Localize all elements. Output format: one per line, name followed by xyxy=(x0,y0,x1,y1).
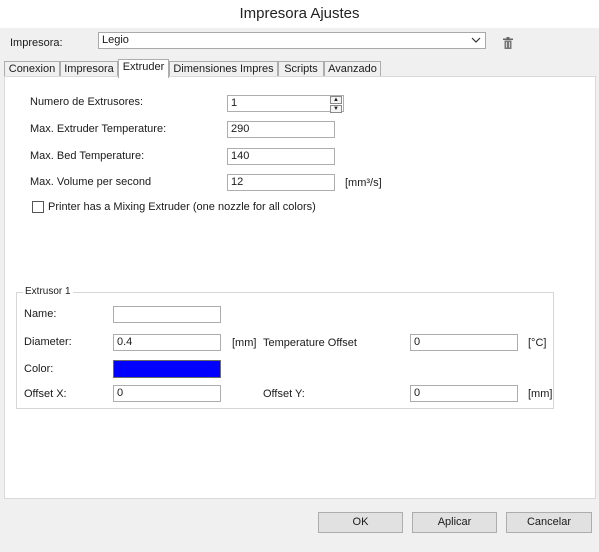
max-volume-input[interactable]: 12 xyxy=(227,174,335,191)
ok-button[interactable]: OK xyxy=(318,512,403,533)
tab-dimensiones[interactable]: Dimensiones Impres xyxy=(169,61,278,77)
max-bed-temp-input[interactable]: 140 xyxy=(227,148,335,165)
offset-y-label: Offset Y: xyxy=(263,388,305,400)
printer-select[interactable]: Legio xyxy=(98,32,486,49)
trash-icon[interactable] xyxy=(503,37,513,49)
offset-y-input[interactable]: 0 xyxy=(410,385,518,402)
settings-window: Impresora: Legio Conexion Impresora Extr… xyxy=(0,28,599,552)
num-extruders-input[interactable]: 1 xyxy=(227,95,344,112)
mixing-extruder-label: Printer has a Mixing Extruder (one nozzl… xyxy=(48,201,316,213)
extruder-panel: Numero de Extrusores: 1 ▲ ▼ Max. Extrude… xyxy=(4,76,596,499)
max-volume-label: Max. Volume per second xyxy=(30,176,152,188)
temp-offset-label: Temperature Offset xyxy=(263,337,357,349)
max-extruder-temp-input[interactable]: 290 xyxy=(227,121,335,138)
max-extruder-temp-label: Max. Extruder Temperature: xyxy=(30,123,167,135)
diameter-unit: [mm] xyxy=(232,337,257,349)
printer-select-value: Legio xyxy=(102,34,129,46)
extrusor-1-group: Extrusor 1 Name: Diameter: 0.4 [mm] Temp… xyxy=(16,286,554,409)
color-swatch[interactable] xyxy=(113,360,221,378)
diameter-label: Diameter: xyxy=(24,336,72,348)
name-label: Name: xyxy=(24,308,57,320)
chevron-down-icon xyxy=(471,33,481,50)
num-extruders-stepper[interactable]: ▲ ▼ xyxy=(330,96,342,113)
temp-offset-unit: [°C] xyxy=(528,337,547,349)
offset-x-input[interactable]: 0 xyxy=(113,385,221,402)
offset-y-unit: [mm] xyxy=(528,388,553,400)
title-bar: Impresora Ajustes xyxy=(0,0,599,28)
stepper-down-icon[interactable]: ▼ xyxy=(330,105,342,113)
window-title: Impresora Ajustes xyxy=(239,5,360,22)
max-volume-unit: [mm³/s] xyxy=(345,177,382,189)
printer-label: Impresora: xyxy=(10,37,63,49)
tab-scripts[interactable]: Scripts xyxy=(278,61,324,77)
color-label: Color: xyxy=(24,363,54,375)
apply-button[interactable]: Aplicar xyxy=(412,512,497,533)
cancel-button[interactable]: Cancelar xyxy=(506,512,592,533)
stepper-up-icon[interactable]: ▲ xyxy=(330,96,342,104)
tab-avanzado[interactable]: Avanzado xyxy=(324,61,381,77)
offset-x-label: Offset X: xyxy=(24,388,67,400)
mixing-extruder-checkbox[interactable] xyxy=(32,201,44,213)
extrusor-1-legend: Extrusor 1 xyxy=(23,286,73,297)
tab-impresora[interactable]: Impresora xyxy=(60,61,118,77)
name-input[interactable] xyxy=(113,306,221,323)
tab-extruder[interactable]: Extruder xyxy=(118,59,169,78)
max-bed-temp-label: Max. Bed Temperature: xyxy=(30,150,145,162)
tab-conexion[interactable]: Conexion xyxy=(4,61,60,77)
diameter-input[interactable]: 0.4 xyxy=(113,334,221,351)
num-extruders-label: Numero de Extrusores: xyxy=(30,96,144,108)
temp-offset-input[interactable]: 0 xyxy=(410,334,518,351)
